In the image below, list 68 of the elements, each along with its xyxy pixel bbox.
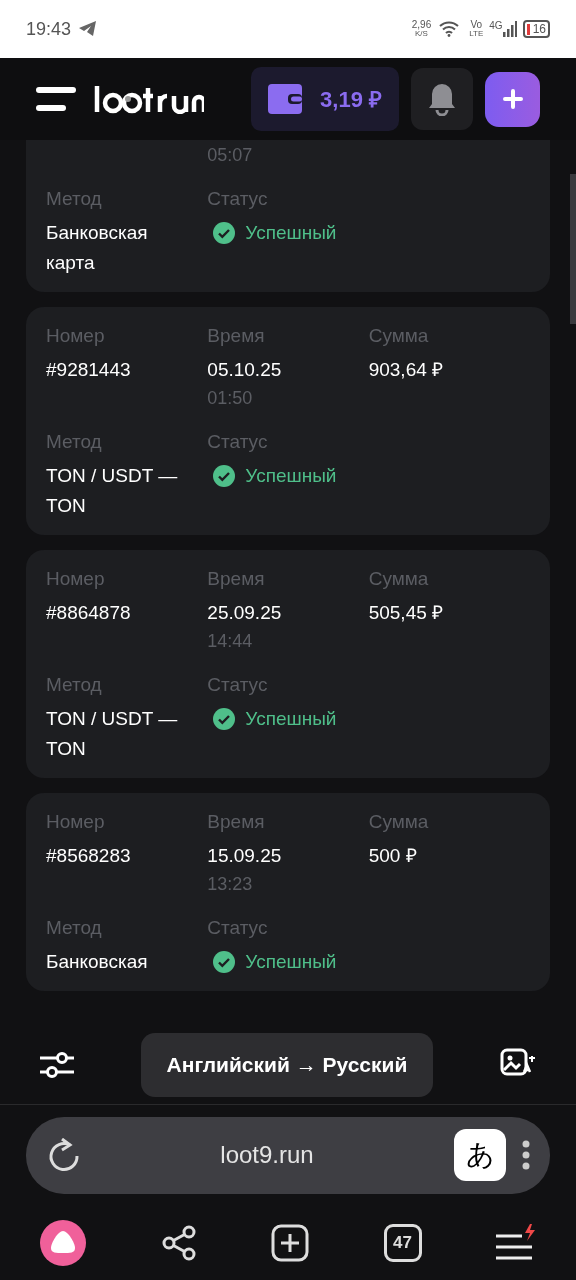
field-label: Статус [207, 673, 269, 697]
transaction-number: #8568283 [46, 844, 132, 868]
share-icon[interactable] [160, 1224, 197, 1261]
clock: 19:43 [26, 17, 72, 41]
field-label: Метод [46, 187, 103, 211]
telegram-icon [79, 21, 98, 37]
status-text: Успешный [245, 221, 337, 245]
battery-indicator: 16 [522, 20, 550, 38]
reload-icon[interactable] [48, 1138, 80, 1172]
tabs-count-button[interactable]: 47 [383, 1223, 422, 1262]
field-label: Метод [46, 916, 103, 940]
more-icon[interactable] [522, 1140, 530, 1170]
payment-method: TON / USDT — TON [46, 707, 179, 761]
plus-icon [502, 89, 523, 109]
address-bar[interactable]: loot9.run あ [26, 1116, 550, 1194]
time-secondary: 14:44 [207, 630, 254, 653]
wifi-icon [439, 21, 460, 37]
payment-method: TON / USDT — TON [46, 464, 179, 518]
assistant-icon[interactable] [40, 1219, 86, 1266]
field-label: Номер [46, 567, 106, 591]
payment-method: Банковская карта [46, 221, 149, 275]
field-label: Метод [46, 430, 103, 454]
url-text: loot9.run [219, 1140, 315, 1170]
status-text: Успешный [245, 707, 337, 731]
translation-language-button[interactable]: Английский → Русский [140, 1032, 434, 1097]
bell-icon [427, 82, 457, 116]
field-label: Номер [46, 810, 106, 834]
status-text: Успешный [245, 464, 337, 488]
transaction-amount: 505,45 ₽ [368, 601, 445, 625]
field-label: Статус [207, 916, 269, 940]
network-speed-unit: K/S [415, 29, 428, 38]
field-label: Сумма [368, 567, 430, 591]
transaction-amount: 903,64 ₽ [368, 358, 445, 382]
signal-icon [502, 21, 517, 37]
menu-icon[interactable] [36, 87, 76, 111]
time-secondary: 13:23 [207, 873, 254, 896]
time-secondary: 01:50 [207, 387, 254, 410]
payment-method: Банковская [46, 950, 149, 974]
transaction-date: 05.10.25 [207, 358, 283, 382]
sliders-icon[interactable] [40, 1051, 74, 1078]
field-label: Время [207, 324, 266, 348]
new-tab-icon[interactable] [271, 1223, 309, 1262]
notifications-button[interactable] [411, 68, 473, 130]
field-label: Сумма [368, 810, 430, 834]
logo[interactable] [94, 84, 204, 114]
field-label: Метод [46, 673, 103, 697]
network-type: 4G [489, 19, 503, 33]
network-speed: 2,96 [411, 20, 432, 29]
field-label: Статус [207, 187, 269, 211]
transaction-amount: 500 ₽ [368, 844, 418, 868]
field-label: Номер [46, 324, 106, 348]
wallet-balance-button[interactable]: 3,19 ₽ [251, 67, 399, 131]
transaction-date: 15.09.25 [207, 844, 283, 868]
time-secondary: 05:07 [207, 144, 254, 167]
field-label: Сумма [368, 324, 430, 348]
wallet-icon [268, 84, 303, 114]
volte-label: Vo [470, 20, 483, 29]
field-label: Статус [207, 430, 269, 454]
field-label: Время [207, 567, 266, 591]
status-text: Успешный [245, 950, 337, 974]
translate-page-button[interactable]: あ [454, 1129, 506, 1181]
add-funds-button[interactable] [485, 71, 540, 127]
lte-label: LTE [469, 29, 484, 38]
menu-lightning-icon[interactable] [496, 1223, 536, 1262]
transaction-number: #8864878 [46, 601, 132, 625]
transaction-number: #9281443 [46, 358, 132, 382]
field-label: Время [207, 810, 266, 834]
transaction-date: 25.09.25 [207, 601, 283, 625]
